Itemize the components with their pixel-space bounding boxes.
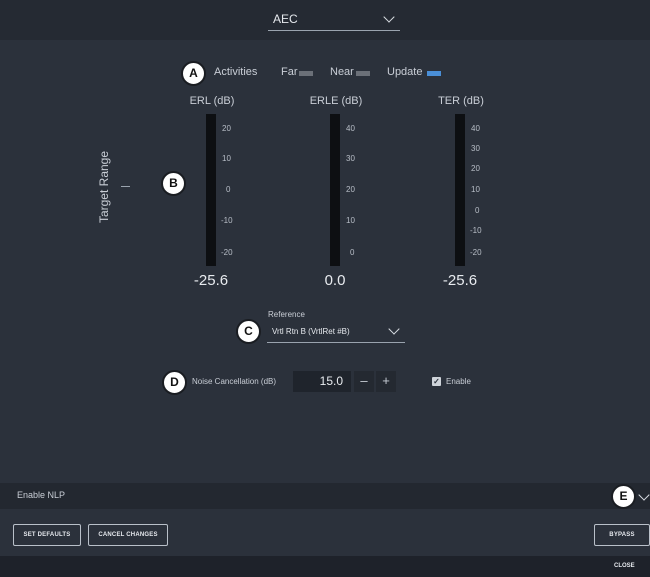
enable-nlp-row[interactable]: Enable NLP xyxy=(0,483,650,509)
mode-select-value: AEC xyxy=(273,12,298,26)
noise-cancellation-label: Noise Cancellation (dB) xyxy=(192,377,277,386)
noise-cancellation-input[interactable]: 15.0 xyxy=(293,371,351,392)
legend-far-indicator xyxy=(299,71,313,76)
callout-c: C xyxy=(236,319,261,344)
meter-erle-tick: 10 xyxy=(346,216,355,225)
meter-erle-bar xyxy=(330,114,340,266)
enable-checkbox[interactable]: ✓ xyxy=(432,377,441,386)
close-button[interactable]: CLOSE xyxy=(614,563,635,569)
set-defaults-button[interactable]: SET DEFAULTS xyxy=(13,524,81,546)
meter-ter-bar xyxy=(455,114,465,266)
target-range-label: Target Range xyxy=(97,150,111,224)
chevron-down-icon xyxy=(388,323,400,335)
callout-b: B xyxy=(161,171,186,196)
callout-a: A xyxy=(181,61,206,86)
meter-ter-tick: 10 xyxy=(471,185,480,194)
meter-ter-value: -25.6 xyxy=(442,272,478,289)
meter-erl-tick: -20 xyxy=(221,248,233,257)
meter-erle-tick: 40 xyxy=(346,124,355,133)
mode-select[interactable]: AEC xyxy=(268,10,400,31)
meter-erle-title: ERLE (dB) xyxy=(309,95,363,107)
decrement-button[interactable]: – xyxy=(354,371,374,392)
meter-erl-tick: -10 xyxy=(221,216,233,225)
meter-erle-tick: 0 xyxy=(350,248,355,257)
meter-erle-tick: 20 xyxy=(346,185,355,194)
meter-erl-bar xyxy=(206,114,216,266)
increment-button[interactable]: + xyxy=(376,371,396,392)
bypass-button[interactable]: BYPASS xyxy=(594,524,650,546)
meter-ter-tick: 30 xyxy=(471,144,480,153)
meter-erle-tick: 30 xyxy=(346,154,355,163)
meter-erl-tick: 0 xyxy=(226,185,231,194)
meter-erle-value: 0.0 xyxy=(324,272,346,289)
reference-select[interactable]: Vrtl Rtn B (VrtlRet #B) xyxy=(267,320,405,343)
enable-label: Enable xyxy=(446,377,471,386)
legend-near-label: Near xyxy=(330,66,354,78)
target-range-marker xyxy=(121,186,130,187)
meter-ter-title: TER (dB) xyxy=(438,95,484,107)
meter-ter-tick: 40 xyxy=(471,124,480,133)
legend-far-label: Far xyxy=(281,66,298,78)
enable-nlp-label: Enable NLP xyxy=(17,490,66,500)
meter-ter-tick: -20 xyxy=(470,248,482,257)
legend-update-label: Update xyxy=(387,66,423,78)
legend-update-indicator xyxy=(427,71,441,76)
footer-bar: CLOSE xyxy=(0,556,650,577)
callout-d: D xyxy=(162,370,187,395)
meter-erl-tick: 10 xyxy=(222,154,231,163)
chevron-down-icon xyxy=(383,11,395,23)
reference-label: Reference xyxy=(268,310,305,319)
meter-ter-tick: 0 xyxy=(475,206,480,215)
meter-erl-title: ERL (dB) xyxy=(189,95,235,107)
cancel-changes-button[interactable]: CANCEL CHANGES xyxy=(88,524,168,546)
meter-ter-tick: -10 xyxy=(470,226,482,235)
meter-erl-value: -25.6 xyxy=(193,272,229,289)
activities-label: Activities xyxy=(214,66,258,78)
reference-select-value: Vrtl Rtn B (VrtlRet #B) xyxy=(272,327,350,336)
meter-ter-tick: 20 xyxy=(471,164,480,173)
legend-near-indicator xyxy=(356,71,370,76)
meter-erl-tick: 20 xyxy=(222,124,231,133)
callout-e: E xyxy=(611,484,636,509)
